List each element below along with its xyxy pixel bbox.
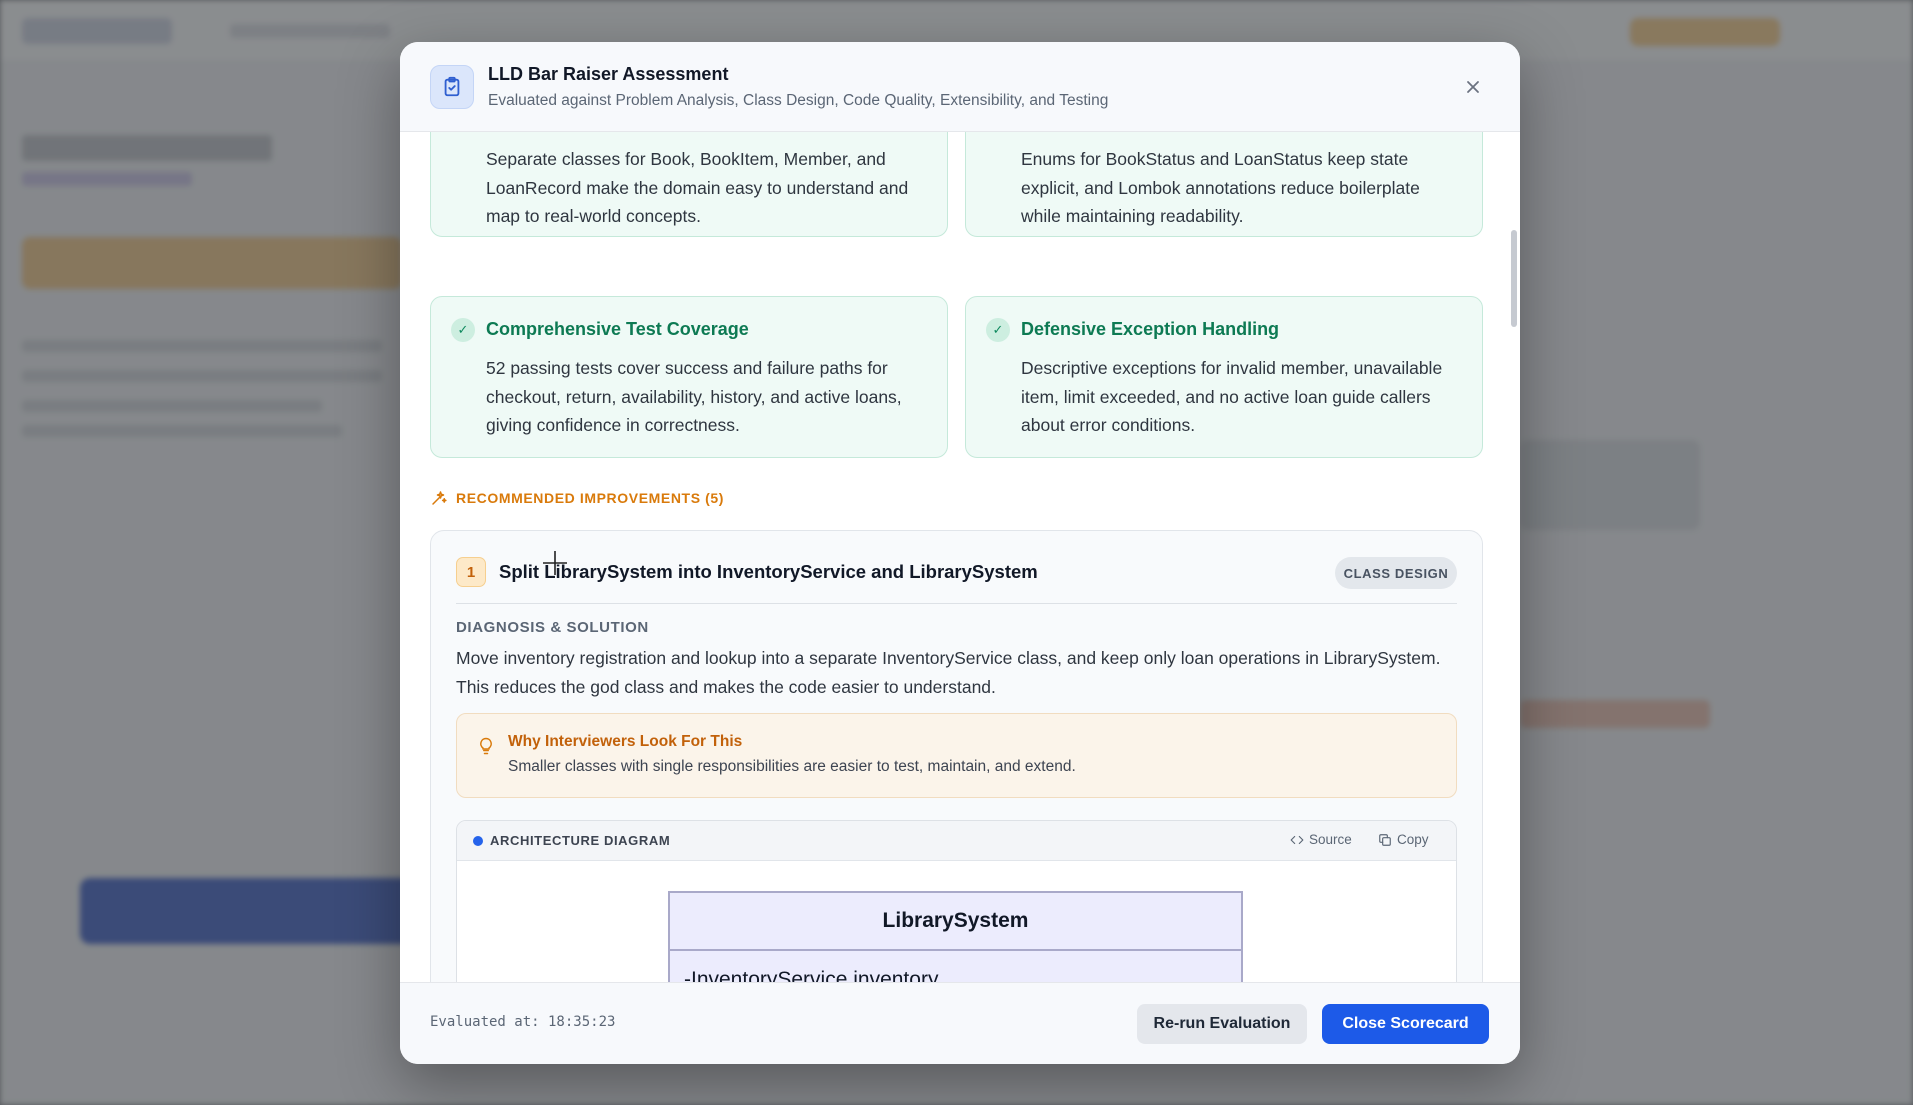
uml-class-box: LibrarySystem -InventoryService inventor… bbox=[668, 891, 1243, 982]
strength-description: Separate classes for Book, BookItem, Mem… bbox=[486, 149, 909, 226]
copy-icon bbox=[1379, 833, 1391, 846]
strength-card: Enums for BookStatus and LoanStatus keep… bbox=[965, 132, 1483, 237]
modal-title: LLD Bar Raiser Assessment bbox=[488, 64, 729, 84]
category-badge: CLASS DESIGN bbox=[1335, 557, 1457, 589]
diagnosis-label: DIAGNOSIS & SOLUTION bbox=[456, 619, 649, 636]
close-scorecard-button[interactable]: Close Scorecard bbox=[1322, 1004, 1489, 1044]
clipboard-check-icon bbox=[430, 65, 474, 109]
improvement-card: 1 Split LibrarySystem into InventoryServ… bbox=[430, 530, 1483, 982]
why-interviewers-box: Why Interviewers Look For This Smaller c… bbox=[456, 713, 1457, 798]
scrollbar[interactable] bbox=[1511, 230, 1517, 327]
lightbulb-icon bbox=[480, 737, 492, 755]
copy-button[interactable]: Copy bbox=[1378, 832, 1429, 847]
improvement-title: Split LibrarySystem into InventoryServic… bbox=[499, 561, 1038, 582]
evaluated-timestamp: Evaluated at: 18:35:23 bbox=[430, 1014, 616, 1030]
code-icon bbox=[1290, 835, 1304, 844]
status-dot bbox=[473, 836, 483, 846]
why-title: Why Interviewers Look For This bbox=[508, 733, 743, 750]
modal-subtitle: Evaluated against Problem Analysis, Clas… bbox=[488, 92, 1109, 109]
diagram-label: ARCHITECTURE DIAGRAM bbox=[490, 833, 671, 848]
strength-description: Descriptive exceptions for invalid membe… bbox=[1021, 358, 1443, 435]
uml-class-name: LibrarySystem bbox=[670, 893, 1241, 951]
improvements-label: RECOMMENDED IMPROVEMENTS (5) bbox=[456, 490, 725, 506]
diagram-header: ARCHITECTURE DIAGRAM Source Copy bbox=[457, 821, 1456, 861]
strength-title: Comprehensive Test Coverage bbox=[486, 319, 749, 339]
close-icon[interactable] bbox=[1458, 72, 1488, 102]
source-button[interactable]: Source bbox=[1290, 832, 1352, 847]
modal-body[interactable]: Separate classes for Book, BookItem, Mem… bbox=[400, 132, 1520, 982]
why-text: Smaller classes with single responsibili… bbox=[508, 758, 1076, 775]
strength-card: Separate classes for Book, BookItem, Mem… bbox=[430, 132, 948, 237]
sparkles-icon bbox=[432, 491, 447, 505]
source-label: Source bbox=[1309, 832, 1352, 847]
divider bbox=[456, 603, 1457, 604]
architecture-diagram: ARCHITECTURE DIAGRAM Source Copy Library… bbox=[456, 820, 1457, 982]
improvement-number: 1 bbox=[456, 557, 486, 587]
modal-footer: Evaluated at: 18:35:23 Re-run Evaluation… bbox=[400, 982, 1520, 1064]
check-icon: ✓ bbox=[451, 318, 475, 342]
improvements-section-label: RECOMMENDED IMPROVEMENTS (5) bbox=[430, 489, 724, 507]
diagnosis-text: Move inventory registration and lookup i… bbox=[456, 648, 1441, 697]
modal-header: LLD Bar Raiser Assessment Evaluated agai… bbox=[400, 42, 1520, 132]
copy-label: Copy bbox=[1397, 832, 1429, 847]
strength-title: Defensive Exception Handling bbox=[1021, 319, 1280, 339]
uml-attribute: -InventoryService inventory bbox=[670, 951, 1241, 982]
strength-card: ✓ Defensive Exception Handling Descripti… bbox=[965, 296, 1483, 458]
strength-card: ✓ Comprehensive Test Coverage 52 passing… bbox=[430, 296, 948, 458]
strength-description: 52 passing tests cover success and failu… bbox=[486, 358, 902, 435]
strength-description: Enums for BookStatus and LoanStatus keep… bbox=[1021, 149, 1420, 226]
rerun-evaluation-button[interactable]: Re-run Evaluation bbox=[1137, 1004, 1307, 1044]
assessment-modal: LLD Bar Raiser Assessment Evaluated agai… bbox=[400, 42, 1520, 1064]
check-icon: ✓ bbox=[986, 318, 1010, 342]
